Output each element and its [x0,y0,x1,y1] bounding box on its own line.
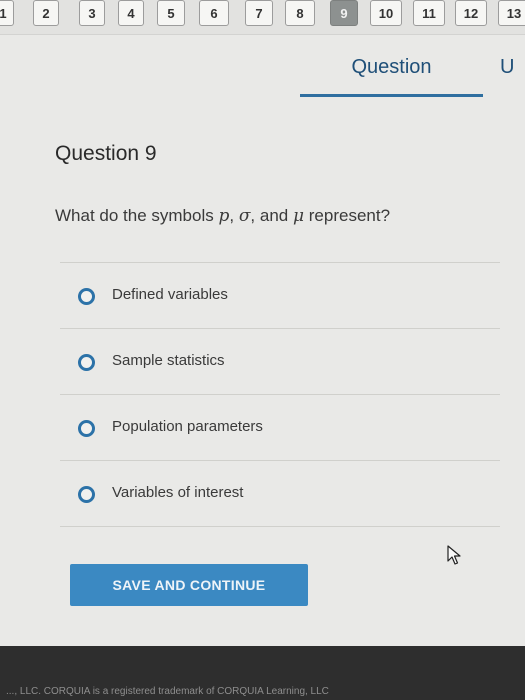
answer-option-variables-of-interest[interactable]: Variables of interest [60,460,500,527]
prompt-separator-1: , [229,206,239,225]
question-nav-4[interactable]: 4 [118,0,144,26]
tab-question[interactable]: Question [300,38,483,94]
radio-button[interactable] [78,288,95,305]
question-nav-13[interactable]: 13 [498,0,525,26]
radio-button[interactable] [78,354,95,371]
answer-option-defined-variables[interactable]: Defined variables [60,262,500,328]
save-and-continue-button[interactable]: SAVE AND CONTINUE [70,564,308,606]
question-nav-9[interactable]: 9 [330,0,358,26]
answer-option-population-parameters[interactable]: Population parameters [60,394,500,460]
active-tab-indicator [300,94,483,97]
symbol-sigma: σ [238,206,251,226]
symbol-mu: μ [292,206,305,226]
footer-copyright-text: ..., LLC. CORQUIA is a registered tradem… [6,686,329,697]
view-tabs: Question U [300,38,525,98]
question-nav-3[interactable]: 3 [79,0,105,26]
question-nav-2[interactable]: 2 [33,0,59,26]
prompt-text-start: What do the symbols [55,206,219,225]
prompt-separator-2: , and [250,206,293,225]
option-label: Sample statistics [112,352,225,369]
question-title: Question 9 [55,142,157,165]
option-label: Defined variables [112,286,228,303]
question-prompt: What do the symbols p, σ, and μ represen… [55,206,390,226]
question-nav-12[interactable]: 12 [455,0,487,26]
question-nav-6[interactable]: 6 [199,0,229,26]
answer-options: Defined variables Sample statistics Popu… [60,262,500,527]
radio-button[interactable] [78,486,95,503]
mouse-pointer-icon [447,545,461,565]
symbol-p: p [218,206,230,226]
question-navigation-bar: 1 2 3 4 5 6 7 8 9 10 11 12 13 [0,0,525,35]
question-nav-5[interactable]: 5 [157,0,185,26]
tab-next-partial[interactable]: U [500,38,514,94]
question-nav-11[interactable]: 11 [413,0,445,26]
option-label: Variables of interest [112,484,244,501]
question-nav-8[interactable]: 8 [285,0,315,26]
prompt-text-end: represent? [304,206,391,225]
question-nav-10[interactable]: 10 [370,0,402,26]
option-label: Population parameters [112,418,263,435]
radio-button[interactable] [78,420,95,437]
question-nav-7[interactable]: 7 [245,0,273,26]
page-footer: ..., LLC. CORQUIA is a registered tradem… [0,646,525,700]
answer-option-sample-statistics[interactable]: Sample statistics [60,328,500,394]
question-nav-1[interactable]: 1 [0,0,14,26]
